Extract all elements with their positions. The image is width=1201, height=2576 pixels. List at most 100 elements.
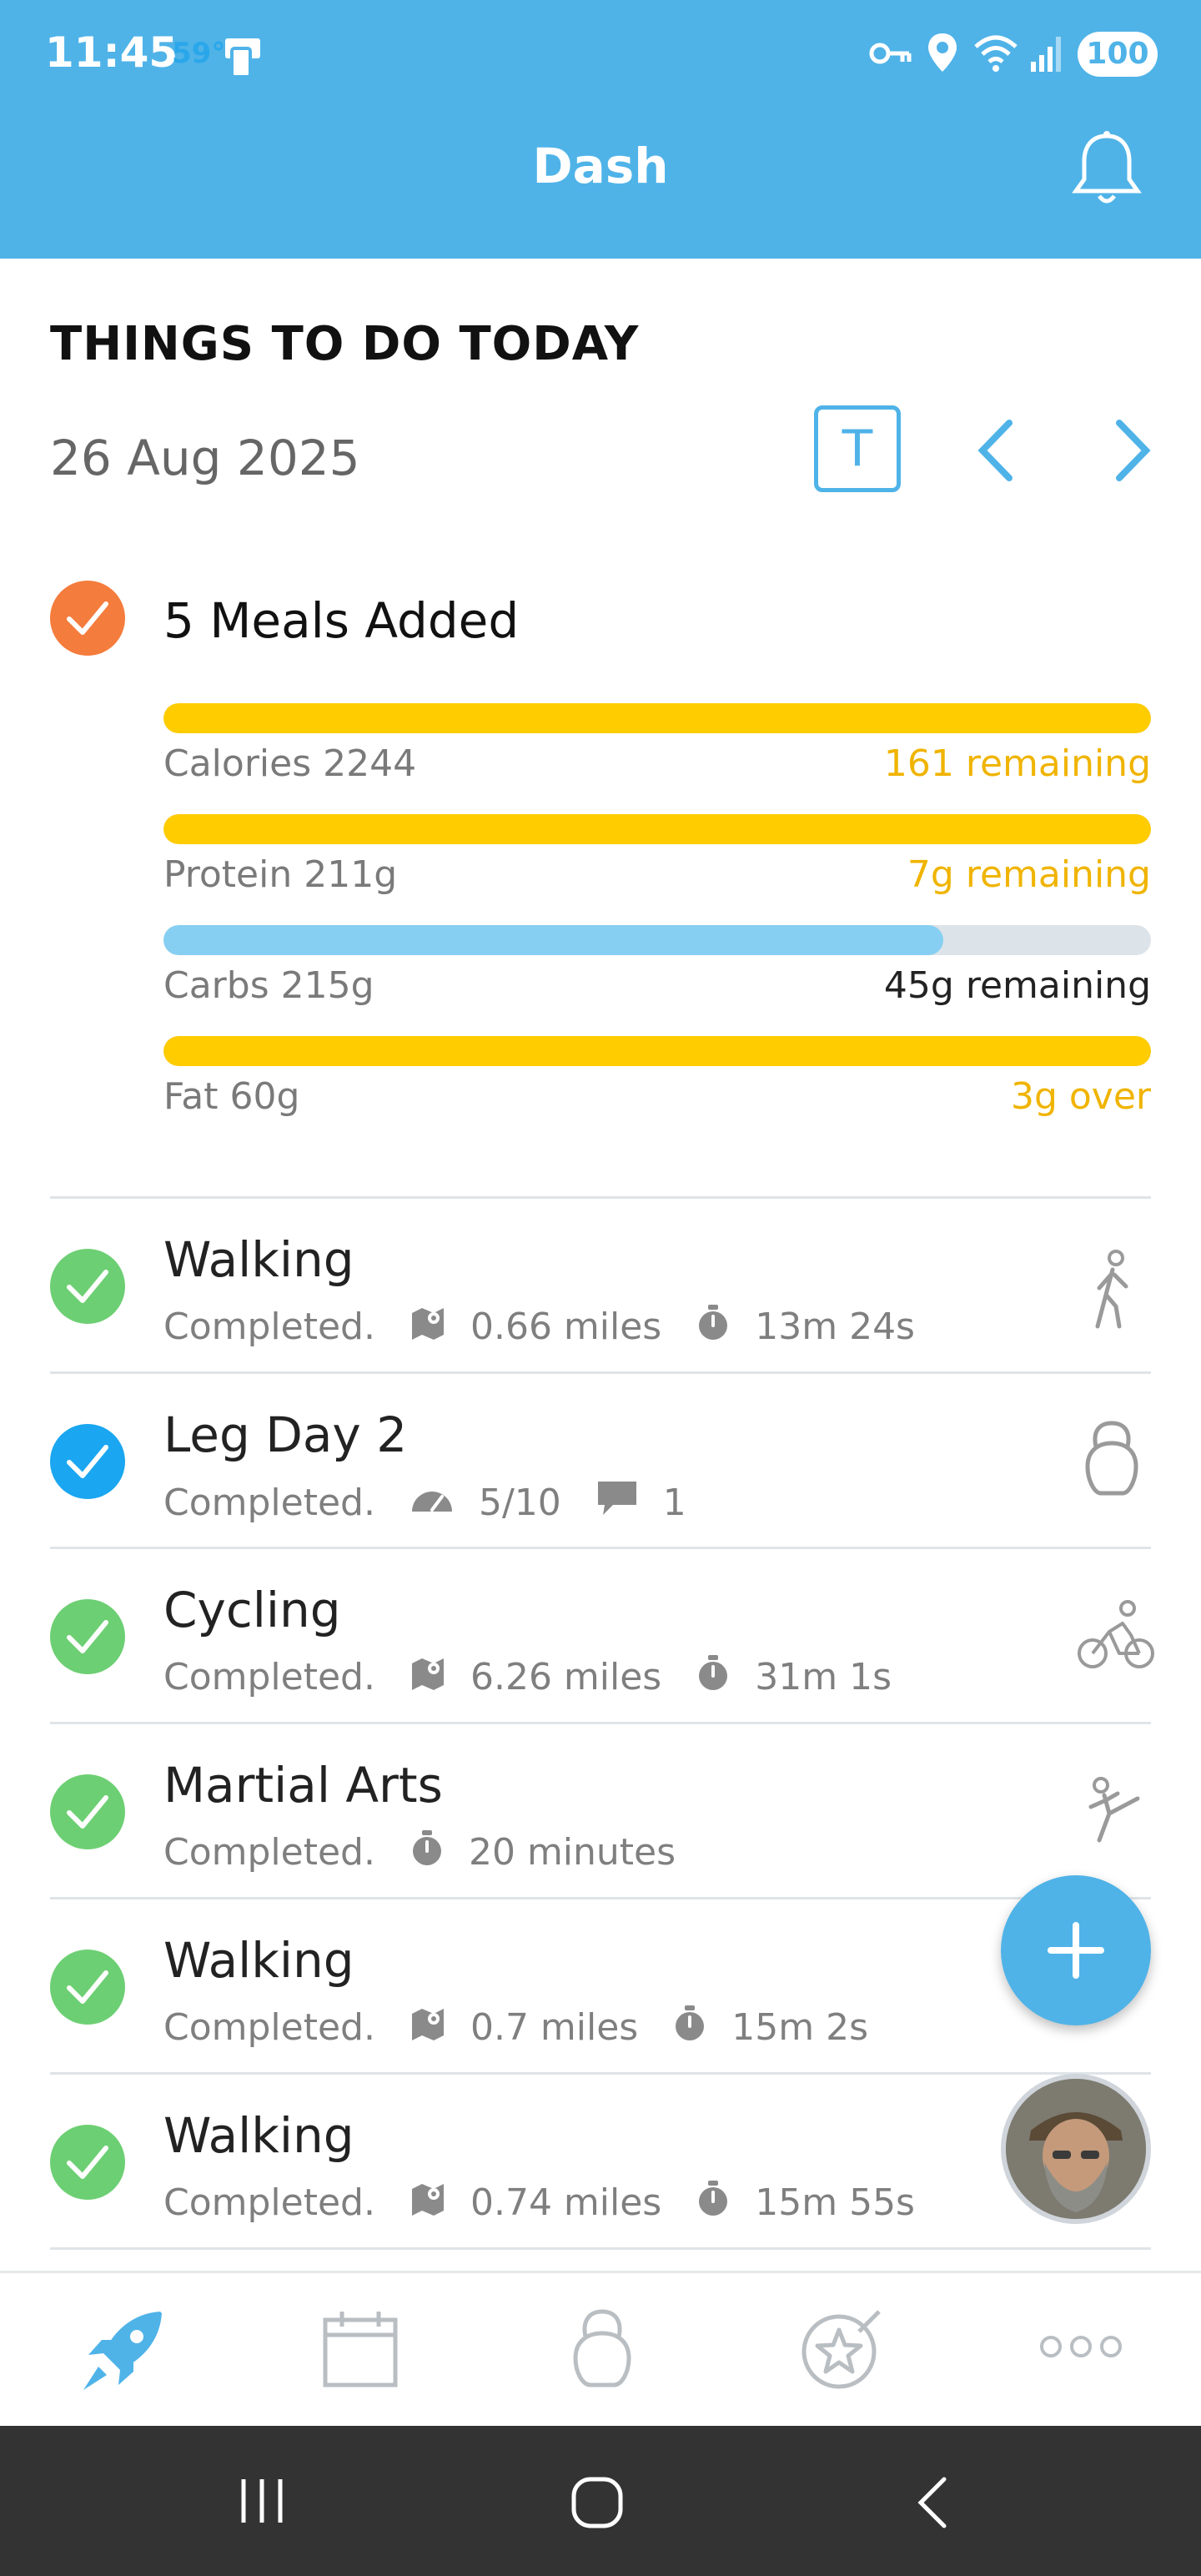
protein-progress-fill [163,814,1151,844]
divider [50,1371,1151,1374]
tab-calendar-icon[interactable] [319,2307,402,2393]
martial-arts-icon [1076,1774,1151,1852]
walking-icon [1076,1248,1151,1335]
stopwatch-icon [671,2004,708,2051]
avatar[interactable] [1001,2074,1151,2224]
divider [50,1547,1151,1549]
bottom-tab-bar [0,2271,1201,2426]
carbs-progress-fill [163,925,944,955]
calories-progress-bar [163,703,1151,733]
stopwatch-icon [409,1829,445,1876]
plus-icon [1048,1922,1104,1979]
stopwatch-icon [695,2179,731,2226]
activity-status: Completed. [163,1656,375,1698]
activity-name: Walking [163,1932,354,1989]
activity-meta: Completed. 5/10 1 [163,1478,686,1527]
activity-distance: 0.7 miles [470,2006,639,2049]
activity-check-icon[interactable] [50,1774,125,1849]
fat-remaining: 3g over [1010,1075,1151,1118]
activity-duration: 20 minutes [468,1831,676,1874]
activity-effort: 5/10 [478,1482,561,1524]
activity-duration: 15m 2s [731,2006,868,2049]
status-bar: 11:45 59° 100 [0,0,1201,108]
meals-check-icon[interactable] [50,581,125,656]
tab-dash-rocket-icon[interactable] [77,2307,168,2402]
next-day-chevron-icon[interactable] [1103,413,1161,491]
gauge-icon [409,1482,455,1524]
map-icon [409,1653,447,1701]
protein-progress-bar [163,814,1151,844]
back-icon[interactable] [912,2476,954,2533]
tab-goals-star-icon[interactable] [797,2307,884,2397]
carbs-remaining: 45g remaining [883,964,1151,1007]
activity-status: Completed. [163,1831,375,1874]
activity-distance: 0.74 miles [470,2181,662,2224]
comment-icon [595,1478,640,1527]
activity-name: Cycling [163,1582,341,1638]
activity-check-icon[interactable] [50,1599,125,1674]
activity-check-icon[interactable] [50,2125,125,2200]
calories-remaining: 161 remaining [883,742,1151,785]
stopwatch-icon [695,1653,731,1701]
phone-icon [219,32,267,82]
activity-status: Completed. [163,2181,375,2224]
activity-name: Walking [163,1231,354,1288]
notifications-bell-icon[interactable] [1069,129,1144,213]
status-temperature: 59° [172,37,226,70]
kettlebell-icon [1076,1418,1148,1502]
tab-more-icon[interactable] [1038,2332,1124,2365]
divider [50,1196,1151,1199]
activity-meta: Completed. 0.74 miles 15m 55s [163,2179,915,2226]
fat-progress-bar [163,1036,1151,1066]
carbs-label: Carbs 215g [163,964,374,1007]
map-icon [409,2179,447,2226]
tab-workouts-kettlebell-icon[interactable] [562,2307,642,2393]
calories-label: Calories 2244 [163,742,417,785]
recent-apps-icon[interactable] [237,2476,287,2529]
wifi-icon [972,32,1019,77]
previous-day-chevron-icon[interactable] [967,413,1026,491]
activity-distance: 0.66 miles [470,1306,662,1348]
activity-check-icon[interactable] [50,1424,125,1499]
fat-label: Fat 60g [163,1075,300,1118]
activity-meta: Completed. 6.26 miles 31m 1s [163,1653,892,1701]
activity-check-icon[interactable] [50,1950,125,2025]
battery-indicator: 100 [1078,32,1158,77]
divider [50,2072,1151,2075]
activity-check-icon[interactable] [50,1249,125,1324]
map-icon [409,1303,447,1351]
location-icon [926,32,959,77]
section-title: THINGS TO DO TODAY [50,317,640,371]
signal-icon [1029,32,1068,77]
activity-status: Completed. [163,2006,375,2049]
activity-meta: Completed. 0.66 miles 13m 24s [163,1303,915,1351]
calories-progress-fill [163,703,1151,733]
fat-progress-fill [163,1036,1151,1066]
home-icon[interactable] [570,2476,624,2533]
add-activity-button[interactable] [1001,1875,1151,2025]
activity-duration: 31m 1s [755,1656,892,1698]
today-button[interactable]: T [814,405,901,492]
protein-label: Protein 211g [163,853,398,896]
protein-remaining: 7g remaining [907,853,1151,896]
activity-name: Leg Day 2 [163,1406,408,1463]
carbs-progress-bar [163,925,1151,955]
activity-duration: 15m 55s [755,2181,915,2224]
divider [50,1897,1151,1899]
key-icon [869,38,912,72]
activity-status: Completed. [163,1482,375,1524]
activity-comments: 1 [662,1482,686,1524]
stopwatch-icon [695,1303,731,1351]
top-bar: 11:45 59° 100 Dash [0,0,1201,259]
activity-duration: 13m 24s [755,1306,915,1348]
activity-name: Walking [163,2107,354,2164]
activity-meta: Completed. 20 minutes [163,1829,676,1876]
selected-date: 26 Aug 2025 [50,430,360,486]
cycling-icon [1076,1598,1156,1677]
activity-status: Completed. [163,1306,375,1348]
activity-distance: 6.26 miles [470,1656,662,1698]
divider [50,1722,1151,1724]
profile-photo [1006,2079,1146,2219]
activity-meta: Completed. 0.7 miles 15m 2s [163,2004,868,2051]
meals-title[interactable]: 5 Meals Added [163,592,519,649]
